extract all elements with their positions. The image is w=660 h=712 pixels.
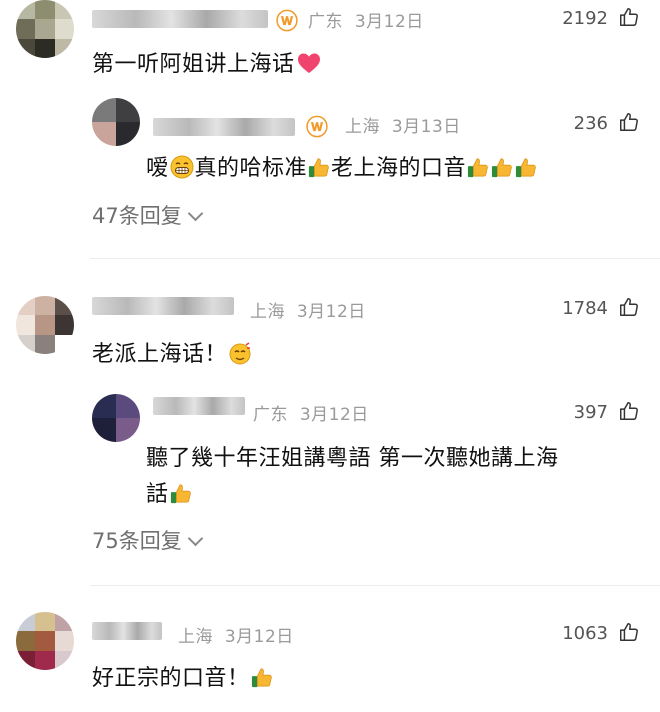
reply-text-line-2: 話	[146, 476, 193, 508]
thumbs-up-emoji	[491, 156, 513, 178]
like-count: 397	[573, 402, 608, 423]
region: 广东	[308, 12, 343, 32]
thumbs-up-outline-icon[interactable]	[618, 400, 640, 422]
comment-text: 好正宗的口音！	[92, 660, 274, 692]
region: 广东	[253, 405, 288, 425]
date: 3月12日	[354, 12, 424, 32]
vip-badge-icon: ⓦ	[276, 9, 299, 35]
grin-emoji	[170, 155, 194, 179]
date: 3月12日	[299, 405, 369, 425]
like-count: 2192	[562, 8, 608, 29]
avatar[interactable]	[16, 612, 74, 670]
comment-text: 老派上海话！	[92, 336, 253, 368]
thumbs-up-emoji	[308, 156, 330, 178]
region: 上海	[345, 117, 380, 137]
thumbs-up-outline-icon[interactable]	[618, 111, 640, 133]
username-blurred[interactable]	[153, 118, 295, 136]
thumbs-up-emoji	[515, 156, 537, 178]
thumbs-up-outline-icon[interactable]	[618, 6, 640, 28]
date: 3月12日	[296, 302, 366, 322]
username-blurred[interactable]	[153, 397, 245, 415]
chevron-down-icon	[187, 530, 204, 547]
view-replies-link[interactable]: 75条回复	[92, 525, 204, 555]
like-count: 1784	[562, 298, 608, 319]
username-blurred[interactable]	[92, 10, 268, 28]
divider	[90, 258, 660, 259]
avatar[interactable]	[16, 0, 74, 58]
vip-badge-icon: ⓦ	[306, 115, 329, 141]
comment-text: 第一听阿姐讲上海话	[92, 46, 321, 78]
username-blurred[interactable]	[92, 297, 234, 315]
reply-text: 嗳真的哈标准 老上海的口音	[146, 150, 538, 182]
avatar[interactable]	[92, 394, 140, 442]
666-face-emoji	[229, 342, 251, 365]
like-count: 1063	[562, 623, 608, 644]
divider	[90, 585, 660, 586]
comment-meta: 上海 3月12日	[250, 297, 366, 322]
region: 上海	[178, 627, 213, 647]
thumbs-up-outline-icon[interactable]	[618, 621, 640, 643]
comment-meta: 上海 3月12日	[178, 622, 294, 647]
region: 上海	[250, 302, 285, 322]
comment-meta: 上海 3月13日	[345, 112, 461, 137]
reply-text-line-1: 聽了幾十年汪姐講粵語 第一次聽她講上海	[146, 446, 559, 471]
comment-meta: 广东 3月12日	[308, 7, 424, 32]
heart-emoji	[297, 53, 320, 73]
avatar[interactable]	[92, 98, 140, 146]
avatar[interactable]	[16, 296, 74, 354]
thumbs-up-emoji	[170, 482, 192, 504]
thumbs-up-emoji	[467, 156, 489, 178]
thumbs-up-outline-icon[interactable]	[618, 296, 640, 318]
comment-meta: 广东 3月12日	[253, 400, 369, 425]
view-replies-link[interactable]: 47条回复	[92, 200, 204, 230]
date: 3月13日	[391, 117, 461, 137]
date: 3月12日	[224, 627, 294, 647]
chevron-down-icon	[187, 205, 204, 222]
like-count: 236	[573, 113, 608, 134]
thumbs-up-emoji	[251, 666, 273, 688]
username-blurred[interactable]	[92, 622, 162, 640]
